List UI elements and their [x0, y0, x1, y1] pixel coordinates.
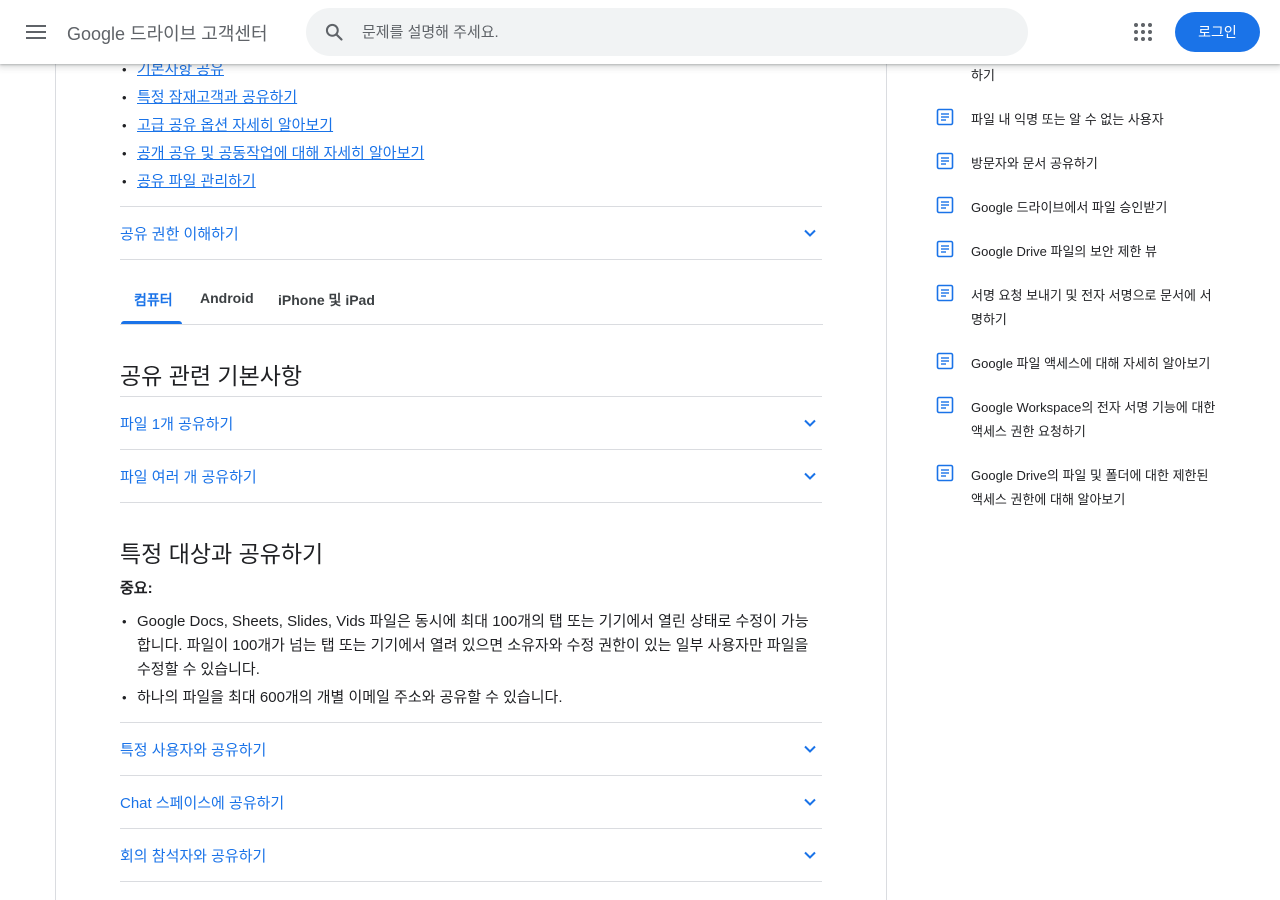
document-icon	[936, 108, 954, 126]
related-article-label: Google Workspace의 전자 서명 기능에 대한 액세스 권한 요청…	[971, 400, 1216, 439]
product-title[interactable]: Google 드라이브 고객센터	[67, 20, 268, 46]
accordion-permissions[interactable]: 공유 권한 이해하기	[120, 207, 822, 260]
search-icon[interactable]	[324, 22, 344, 42]
top-app-bar: Google 드라이브 고객센터 로그인	[0, 0, 1280, 64]
search-box[interactable]	[306, 8, 1028, 56]
important-notes: Google Docs, Sheets, Slides, Vids 파일은 동시…	[120, 610, 822, 714]
related-article-partial[interactable]: 하기	[971, 64, 1221, 88]
accordion-label: 공유 권한 이해하기	[120, 226, 239, 243]
chevron-down-icon	[804, 851, 816, 859]
search-input[interactable]	[362, 8, 1002, 56]
accordion-label: 회의 참석자와 공유하기	[120, 848, 267, 865]
tab-android[interactable]: Android	[200, 290, 254, 306]
google-apps-button[interactable]	[1126, 15, 1160, 49]
related-article-label: Google 드라이브에서 파일 승인받기	[971, 200, 1168, 215]
related-article-label: 파일 내 익명 또는 알 수 없는 사용자	[971, 112, 1164, 127]
accordion-label: Chat 스페이스에 공유하기	[120, 795, 285, 812]
related-article-label: 방문자와 문서 공유하기	[971, 156, 1098, 171]
accordion-label: 파일 여러 개 공유하기	[120, 469, 257, 486]
section-title-specific: 특정 대상과 공유하기	[120, 541, 324, 567]
main-menu-button[interactable]	[16, 12, 56, 52]
menu-icon	[26, 25, 46, 39]
document-icon	[936, 396, 954, 414]
document-icon	[936, 464, 954, 482]
link-manage-shared-files[interactable]: 공유 파일 관리하기	[137, 173, 256, 190]
list-item: 공유 파일 관리하기	[120, 168, 424, 196]
link-share-specific-audience[interactable]: 특정 잠재고객과 공유하기	[137, 89, 297, 106]
accordion-share-one-file[interactable]: 파일 1개 공유하기	[120, 397, 822, 450]
list-item: 공개 공유 및 공동작업에 대해 자세히 알아보기	[120, 140, 424, 168]
chevron-down-icon	[804, 745, 816, 753]
active-tab-indicator	[121, 321, 182, 324]
accordion-label: 파일 1개 공유하기	[120, 416, 234, 433]
chevron-down-icon	[804, 798, 816, 806]
important-label: 중요:	[120, 580, 153, 597]
article-content: 기본사항 공유 특정 잠재고객과 공유하기 고급 공유 옵션 자세히 알아보기 …	[55, 56, 887, 900]
list-item: 특정 잠재고객과 공유하기	[120, 84, 424, 112]
related-article-label: 서명 요청 보내기 및 전자 서명으로 문서에 서명하기	[971, 288, 1212, 327]
related-article-label: Google 파일 액세스에 대해 자세히 알아보기	[971, 356, 1211, 371]
document-icon	[936, 152, 954, 170]
section-title-basics: 공유 관련 기본사항	[120, 363, 303, 389]
specific-accordion: 특정 사용자와 공유하기 Chat 스페이스에 공유하기 회의 참석자와 공유하…	[120, 722, 822, 882]
related-article-label: Google Drive 파일의 보안 제한 뷰	[971, 244, 1157, 259]
link-advanced-sharing[interactable]: 고급 공유 옵션 자세히 알아보기	[137, 117, 333, 134]
document-icon	[936, 240, 954, 258]
share-topics-list: 기본사항 공유 특정 잠재고객과 공유하기 고급 공유 옵션 자세히 알아보기 …	[120, 56, 424, 196]
basics-accordion: 파일 1개 공유하기 파일 여러 개 공유하기	[120, 396, 822, 503]
chevron-down-icon	[804, 472, 816, 480]
related-article-label: Google Drive의 파일 및 폴더에 대한 제한된 액세스 권한에 대해…	[971, 468, 1209, 507]
platform-tabs: 컴퓨터 Android iPhone 및 iPad	[120, 270, 823, 325]
login-button[interactable]: 로그인	[1175, 12, 1260, 52]
document-icon	[936, 352, 954, 370]
tab-computer[interactable]: 컴퓨터	[134, 290, 173, 310]
list-item: Google Docs, Sheets, Slides, Vids 파일은 동시…	[120, 610, 822, 682]
accordion-share-specific-users[interactable]: 특정 사용자와 공유하기	[120, 723, 822, 776]
accordion-label: 특정 사용자와 공유하기	[120, 742, 267, 759]
accordion-share-chat-space[interactable]: Chat 스페이스에 공유하기	[120, 776, 822, 829]
link-public-sharing[interactable]: 공개 공유 및 공동작업에 대해 자세히 알아보기	[137, 145, 424, 162]
document-icon	[936, 196, 954, 214]
list-item: 고급 공유 옵션 자세히 알아보기	[120, 112, 424, 140]
chevron-down-icon	[804, 229, 816, 237]
document-icon	[936, 284, 954, 302]
list-item: 하나의 파일을 최대 600개의 개별 이메일 주소와 공유할 수 있습니다.	[120, 686, 822, 710]
tab-iphone-ipad[interactable]: iPhone 및 iPad	[278, 290, 375, 310]
accordion-share-meeting-attendees[interactable]: 회의 참석자와 공유하기	[120, 829, 822, 882]
apps-icon	[1134, 23, 1152, 41]
chevron-down-icon	[804, 419, 816, 427]
accordion-share-multiple-files[interactable]: 파일 여러 개 공유하기	[120, 450, 822, 503]
permissions-accordion: 공유 권한 이해하기	[120, 206, 822, 260]
